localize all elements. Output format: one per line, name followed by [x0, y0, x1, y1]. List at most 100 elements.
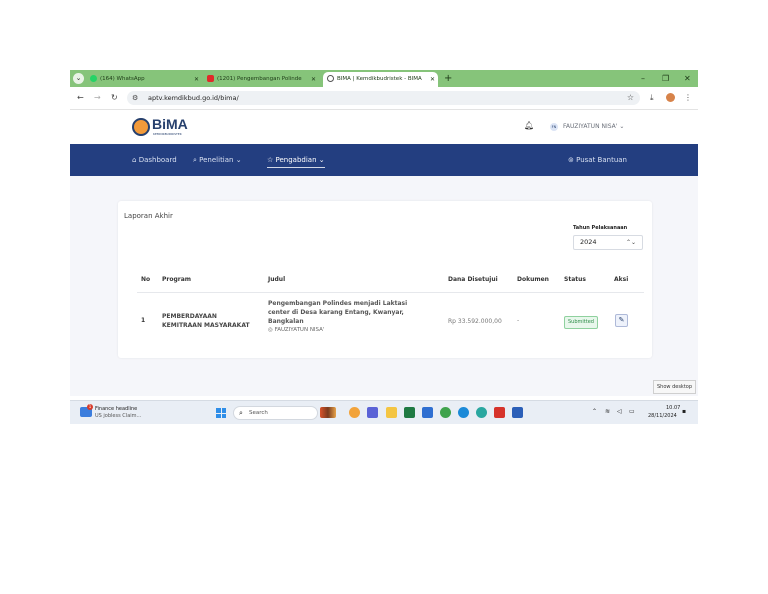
browser-tabstrip: ⌄ (164) WhatsApp ✕ (1201) Pengembangan P… — [70, 70, 698, 87]
user-menu[interactable]: FAUZIYATUN NISA' ⌄ — [563, 121, 624, 132]
taskbar-time[interactable]: 10.07 — [666, 405, 680, 411]
word-icon[interactable] — [512, 407, 523, 418]
author-name: FAUZIYATUN NISA' — [274, 327, 325, 333]
widget-subline: US jobless Claim... — [95, 413, 142, 419]
tab-search-icon[interactable]: ⌄ — [73, 73, 84, 84]
url-text[interactable]: aptv.kemdikbud.go.id/bima/ — [148, 91, 239, 105]
taskbar: 1 Finance headline US jobless Claim... ⌕… — [70, 400, 698, 424]
chrome-icon[interactable] — [440, 407, 451, 418]
site-logo-sub: KEMDIKBUDRISTEK — [153, 132, 182, 136]
close-icon[interactable]: ✕ — [430, 72, 435, 87]
active-underline — [267, 167, 325, 168]
col-header-program: Program — [162, 276, 192, 283]
nav-label: Penelitian — [199, 156, 234, 164]
user-avatar[interactable]: FN — [550, 123, 558, 131]
col-header-status: Status — [564, 276, 586, 283]
help-icon: ⊚ — [568, 156, 574, 164]
volume-icon[interactable]: ◁ — [617, 408, 622, 415]
forward-icon[interactable]: → — [94, 92, 101, 104]
home-icon: ⌂ — [132, 156, 137, 164]
bima-logo-icon[interactable] — [132, 118, 150, 136]
widget-art-icon[interactable] — [320, 407, 336, 418]
notification-bell-icon[interactable]: 🔔︎ — [524, 121, 534, 130]
col-header-aksi: Aksi — [614, 276, 629, 283]
edit-button[interactable]: ✎ — [615, 314, 628, 327]
bookmark-star-icon[interactable]: ☆ — [627, 91, 634, 105]
edge-icon[interactable] — [458, 407, 469, 418]
reload-icon[interactable]: ↻ — [111, 92, 118, 104]
taskbar-date[interactable]: 28/11/2024 — [648, 413, 677, 419]
widget-headline: Finance headline — [95, 406, 138, 412]
app-icon[interactable] — [349, 407, 360, 418]
notification-icon[interactable]: ▪ — [682, 408, 686, 415]
nav-penelitian[interactable]: ⌕ Penelitian ⌄ — [193, 144, 242, 176]
col-header-dokumen: Dokumen — [517, 276, 549, 283]
profile-avatar-icon[interactable] — [666, 93, 675, 102]
title-line: Pengembangan Polindes menjadi Laktasi — [268, 300, 408, 307]
cell-dana: Rp 33.592.000,00 — [448, 318, 502, 325]
minimize-icon[interactable]: – — [641, 71, 645, 86]
tab-label: (1201) Pengembangan Polinde — [217, 76, 302, 82]
window-close-icon[interactable]: ✕ — [684, 71, 691, 86]
nav-pengabdian[interactable]: ☆ Pengabdian ⌄ — [267, 144, 325, 176]
browser-menu-icon[interactable]: ⋮ — [684, 92, 692, 104]
col-header-judul: Judul — [268, 276, 286, 283]
nav-label: Dashboard — [138, 156, 177, 164]
cell-dokumen: - — [517, 317, 520, 324]
new-tab-icon[interactable]: + — [444, 72, 452, 85]
year-select[interactable]: 2024 ⌃⌄ — [573, 235, 643, 250]
chevron-down-icon: ⌄ — [235, 156, 242, 164]
page-content: Laporan Akhir Tahun Pelaksanaan 2024 ⌃⌄ … — [70, 176, 698, 396]
site-info-icon[interactable]: ⚙ — [132, 93, 138, 103]
battery-icon[interactable]: ▭ — [629, 408, 635, 415]
app-icon[interactable] — [422, 407, 433, 418]
header-divider — [137, 292, 644, 293]
wifi-icon[interactable]: ≋ — [605, 408, 610, 415]
edit-icon: ✎ — [618, 316, 625, 324]
nav-dashboard[interactable]: ⌂ Dashboard — [132, 144, 177, 176]
youtube-icon — [207, 75, 214, 82]
file-explorer-icon[interactable] — [386, 407, 397, 418]
excel-icon[interactable] — [404, 407, 415, 418]
globe-icon — [327, 75, 334, 82]
cell-no: 1 — [141, 317, 146, 324]
select-arrows-icon: ⌃⌄ — [625, 239, 636, 246]
notification-badge: 1 — [87, 404, 93, 410]
chevron-up-icon[interactable]: ⌃ — [592, 408, 597, 415]
search-icon: ⌕ — [239, 409, 243, 417]
tab-youtube[interactable]: (1201) Pengembangan Polinde ✕ — [207, 72, 319, 87]
back-icon[interactable]: ← — [77, 92, 84, 104]
windows-start-icon[interactable] — [216, 408, 226, 418]
browser-toolbar: ← → ↻ ⚙ aptv.kemdikbud.go.id/bima/ ☆ ⤓ ⋮ — [70, 87, 698, 110]
col-header-dana: Dana Disetujui — [448, 276, 498, 283]
tab-label: BIMA | Kemdikbudristek - BIMA — [337, 76, 422, 82]
close-icon[interactable]: ✕ — [194, 72, 199, 87]
cell-author: ◎ FAUZIYATUN NISA' — [268, 326, 407, 335]
maximize-icon[interactable]: ❐ — [662, 71, 669, 86]
tab-whatsapp[interactable]: (164) WhatsApp ✕ — [90, 72, 202, 87]
site-header: BiMA KEMDIKBUDRISTEK 🔔︎ FN FAUZIYATUN NI… — [70, 110, 698, 143]
search-icon: ⌕ — [193, 156, 197, 164]
site-logo-text[interactable]: BiMA — [152, 117, 188, 131]
nav-help[interactable]: ⊚ Pusat Bantuan — [568, 144, 627, 176]
close-icon[interactable]: ✕ — [311, 72, 316, 87]
show-desktop-tooltip: Show desktop — [653, 380, 697, 394]
report-card: Laporan Akhir Tahun Pelaksanaan 2024 ⌃⌄ … — [118, 201, 652, 358]
whatsapp-icon — [90, 75, 97, 82]
user-icon: ◎ — [268, 327, 273, 333]
pdf-reader-icon[interactable] — [494, 407, 505, 418]
chrome-icon[interactable] — [476, 407, 487, 418]
address-bar[interactable]: ⚙ aptv.kemdikbud.go.id/bima/ ☆ — [127, 91, 640, 105]
year-value: 2024 — [580, 238, 597, 246]
tab-bima[interactable]: BIMA | Kemdikbudristek - BIMA ✕ — [323, 72, 438, 87]
search-placeholder: Search — [249, 410, 268, 416]
chevron-down-icon: ⌄ — [619, 123, 625, 130]
user-name: FAUZIYATUN NISA' — [563, 123, 618, 130]
year-label: Tahun Pelaksanaan — [573, 225, 628, 231]
tab-label: (164) WhatsApp — [100, 76, 145, 82]
download-icon[interactable]: ⤓ — [650, 92, 654, 104]
taskbar-search[interactable]: ⌕ Search — [233, 406, 318, 420]
teams-icon[interactable] — [367, 407, 378, 418]
star-icon: ☆ — [267, 156, 274, 164]
main-nav: ⌂ Dashboard ⌕ Penelitian ⌄ ☆ Pengabdian … — [70, 144, 698, 176]
